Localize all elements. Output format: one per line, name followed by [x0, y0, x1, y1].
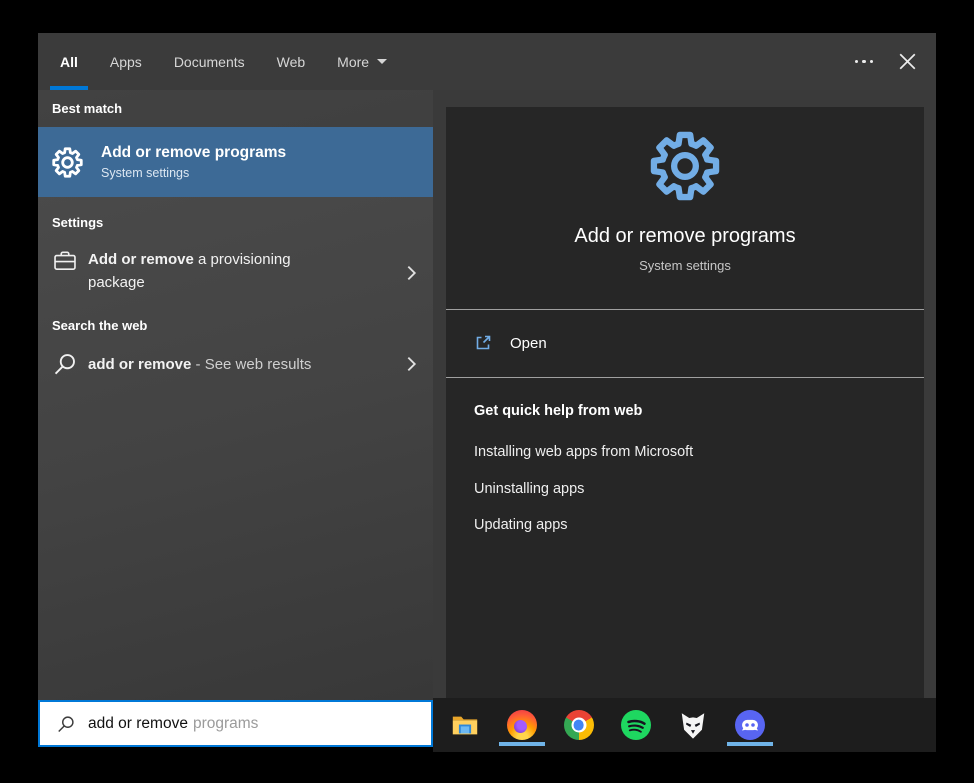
detail-title: Add or remove programs [446, 225, 924, 248]
taskbar [433, 698, 936, 752]
gear-icon [52, 147, 83, 178]
tab-apps-label: Apps [110, 54, 142, 70]
result-text: Add or remove a provisioning package [88, 248, 318, 294]
search-results-panel: Best match Add or remove programs System… [38, 90, 433, 700]
open-action[interactable]: Open [446, 310, 924, 376]
tab-all-label: All [60, 54, 78, 70]
tab-web-label: Web [277, 54, 306, 70]
chevron-right-icon [406, 356, 417, 373]
taskbar-chrome[interactable] [550, 698, 607, 752]
ellipsis-menu-button[interactable] [839, 33, 890, 90]
search-tab-bar: All Apps Documents Web More [38, 33, 936, 90]
search-typed-text: add or remove [88, 715, 188, 733]
taskbar-search-input[interactable]: add or remove programs [38, 700, 433, 747]
tab-more-label: More [337, 54, 369, 70]
taskbar-file-explorer[interactable] [436, 698, 493, 752]
chrome-icon [564, 710, 594, 740]
best-match-subtitle: System settings [101, 166, 286, 180]
open-external-icon [473, 333, 493, 353]
tab-web[interactable]: Web [264, 33, 319, 90]
tab-documents-label: Documents [174, 54, 245, 70]
best-match-header: Best match [38, 90, 433, 127]
tab-documents[interactable]: Documents [161, 33, 258, 90]
settings-section-header: Settings [52, 215, 103, 230]
gear-icon [650, 131, 720, 201]
file-explorer-icon [450, 710, 480, 740]
search-autocomplete-suggestion: programs [193, 715, 258, 733]
desktop-screen: { "colors": { "accent_blue": "#0078d7", … [0, 0, 974, 783]
discord-icon [735, 710, 765, 740]
result-provisioning-package[interactable]: Add or remove a provisioning package [38, 242, 433, 304]
search-icon [56, 714, 76, 734]
best-match-result[interactable]: Add or remove programs System settings [38, 127, 433, 197]
chevron-right-icon [406, 265, 417, 282]
help-link-uninstalling[interactable]: Uninstalling apps [474, 481, 584, 497]
search-icon [52, 351, 78, 377]
web-section-header: Search the web [52, 318, 147, 333]
spotify-icon [621, 710, 651, 740]
taskbar-firefox[interactable] [493, 698, 550, 752]
briefcase-icon [52, 248, 78, 274]
open-label: Open [510, 335, 547, 352]
tab-all[interactable]: All [47, 33, 91, 90]
result-web-search[interactable]: add or remove - See web results [38, 342, 433, 386]
help-section-header: Get quick help from web [474, 403, 642, 419]
taskbar-foobar2000[interactable] [664, 698, 721, 752]
detail-subtitle: System settings [446, 258, 924, 273]
foobar2000-icon [678, 710, 708, 740]
chevron-down-icon [377, 59, 387, 64]
taskbar-spotify[interactable] [607, 698, 664, 752]
result-text: add or remove - See web results [88, 353, 378, 376]
firefox-icon [507, 710, 537, 740]
tab-more[interactable]: More [324, 33, 400, 90]
detail-pane: Add or remove programs System settings O… [433, 90, 936, 698]
best-match-title: Add or remove programs [101, 144, 286, 162]
best-match-label: Best match [52, 101, 122, 116]
tab-apps[interactable]: Apps [97, 33, 155, 90]
close-icon [899, 53, 916, 70]
help-link-updating[interactable]: Updating apps [474, 517, 568, 533]
detail-card: Add or remove programs System settings O… [446, 107, 924, 698]
tabbar-spacer [400, 33, 838, 90]
taskbar-discord[interactable] [721, 698, 778, 752]
close-button[interactable] [889, 33, 936, 90]
divider [446, 377, 924, 378]
help-link-installing[interactable]: Installing web apps from Microsoft [474, 444, 693, 460]
